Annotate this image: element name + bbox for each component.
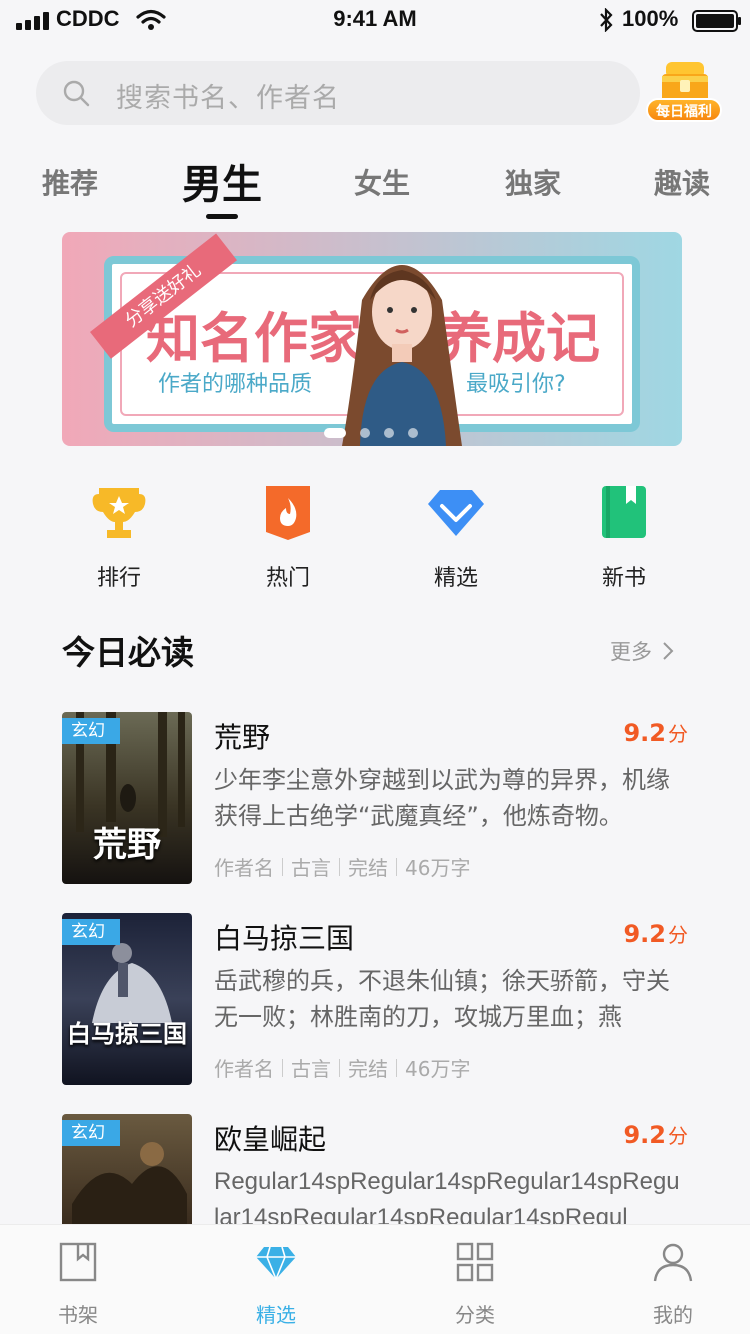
book-meta: 作者名 古言 完结 46万字 [214,1053,470,1082]
more-link[interactable]: 更多 [610,636,674,666]
banner-pagination [324,428,418,438]
bottom-tab-featured-label: 精选 [256,1303,296,1327]
bookshelf-icon [59,1242,97,1282]
banner-character-illustration [342,265,462,446]
banner-dot-1[interactable] [324,428,346,438]
battery-percentage: 100% [622,6,679,31]
status-bar: CDDC 9:41 AM 100% [0,0,750,42]
bottom-tab-profile-label: 我的 [653,1303,693,1327]
score-unit: 分 [668,923,688,947]
book-title: 荒野 [214,721,271,754]
book-item[interactable]: 玄幻 白马掠三国 白马掠三国 9.2 分 岳武穆的兵，不退朱仙镇；徐天骄箭，守关无… [62,913,688,1085]
quick-nav-hot-label: 热门 [265,566,310,591]
book-title: 白马掠三国 [214,922,355,955]
book-item[interactable]: 玄幻 欧皇崛起 9.2 分 Regular14spRegular14spRegul… [62,1114,688,1224]
book-title: 欧皇崛起 [214,1123,327,1156]
tab-recommend[interactable]: 推荐 [42,162,98,202]
score-value: 9.2 [623,920,666,948]
book-cover[interactable]: 玄幻 [62,1114,192,1224]
quick-nav-featured[interactable]: 精选 [401,482,511,592]
diamond-icon [256,1246,296,1282]
profile-icon [653,1243,693,1282]
trophy-icon [92,488,146,538]
banner-dot-2[interactable] [360,428,370,438]
bottom-tab-bookshelf-label: 书架 [58,1303,98,1327]
book-description: 少年李尘意外穿越到以武为尊的异界，机缘获得上古绝学“武魔真经”，他炼奇物。 [214,766,670,830]
bottom-tab-category-label: 分类 [455,1303,495,1327]
promo-banner[interactable]: 分享送好礼 知名作家 养成记 作者的哪种品质 最吸引你? [62,232,682,446]
quick-nav-ranking[interactable]: 排行 [64,482,174,592]
quick-nav-hot[interactable]: 热门 [233,482,343,592]
active-tab-indicator [206,214,238,219]
tab-exclusive[interactable]: 独家 [505,162,561,202]
book-author: 作者名 [214,1057,274,1081]
genre-tag: 玄幻 [62,919,120,945]
quick-nav-new-books[interactable]: 新书 [569,482,679,592]
book-genre: 古言 [291,1057,331,1081]
bottom-tab-category[interactable]: 分类 [425,1241,525,1328]
banner-subtitle-right: 最吸引你? [466,372,566,397]
book-description: 岳武穆的兵，不退朱仙镇；徐天骄箭，守关无一败；林胜南的刀，攻城万里血；燕 [214,967,670,1031]
book-word-count: 46万字 [405,856,471,880]
chevron-right-icon [663,642,674,660]
book-author: 作者名 [214,856,274,880]
daily-welfare-button[interactable]: 每日福利 [646,58,724,128]
score-value: 9.2 [623,719,666,747]
quick-nav-ranking-label: 排行 [96,566,141,591]
book-genre: 古言 [291,856,331,880]
book-word-count: 46万字 [405,1057,471,1081]
diamond-icon [428,490,484,536]
search-placeholder: 搜索书名、作者名 [116,83,340,114]
book-score: 9.2 分 [623,1120,688,1149]
search-icon [63,80,90,107]
banner-subtitle-left: 作者的哪种品质 [158,372,313,397]
tab-female[interactable]: 女生 [354,162,410,202]
section-title-daily-must-read: 今日必读 [62,633,194,672]
genre-tag: 玄幻 [62,1120,120,1146]
category-tabs: 推荐 男生 女生 独家 趣读 [0,150,750,230]
bottom-tab-bookshelf[interactable]: 书架 [28,1241,128,1328]
score-unit: 分 [668,1124,688,1148]
flame-icon [266,486,310,540]
battery-icon [692,10,741,32]
genre-tag: 玄幻 [62,718,120,744]
grid-icon [456,1242,494,1282]
cover-title: 荒野 [93,825,161,865]
score-value: 9.2 [623,1121,666,1149]
bluetooth-icon [600,8,613,32]
book-score: 9.2 分 [623,919,688,948]
score-unit: 分 [668,722,688,746]
cover-title: 白马掠三国 [67,1019,187,1048]
quick-nav: 排行 热门 精选 新书 [0,482,750,592]
book-meta: 作者名 古言 完结 46万字 [214,852,470,881]
bottom-tab-bar: 书架 精选 分类 我的 [0,1224,750,1334]
book-description: Regular14spRegular14spRegular14spRegular… [214,1168,680,1224]
banner-title-left: 知名作家 [146,307,362,370]
more-link-label: 更多 [610,640,652,664]
book-item[interactable]: 玄幻 荒野 荒野 9.2 分 少年李尘意外穿越到以武为尊的异界，机缘获得上古绝学“… [62,712,688,884]
book-icon [602,486,646,538]
daily-welfare-label: 每日福利 [646,98,722,122]
book-cover[interactable]: 玄幻 荒野 [62,712,192,884]
search-input[interactable]: 搜索书名、作者名 [36,61,640,125]
tab-male[interactable]: 男生 [182,152,262,210]
quick-nav-new-books-label: 新书 [601,566,646,591]
book-status: 完结 [348,1057,388,1081]
bottom-tab-featured[interactable]: 精选 [226,1241,326,1328]
book-cover[interactable]: 玄幻 白马掠三国 [62,913,192,1085]
banner-dot-3[interactable] [384,428,394,438]
book-score: 9.2 分 [623,718,688,747]
tab-fun-reading[interactable]: 趣读 [654,162,710,202]
quick-nav-featured-label: 精选 [433,566,478,591]
bottom-tab-profile[interactable]: 我的 [623,1241,723,1328]
banner-dot-4[interactable] [408,428,418,438]
book-status: 完结 [348,856,388,880]
